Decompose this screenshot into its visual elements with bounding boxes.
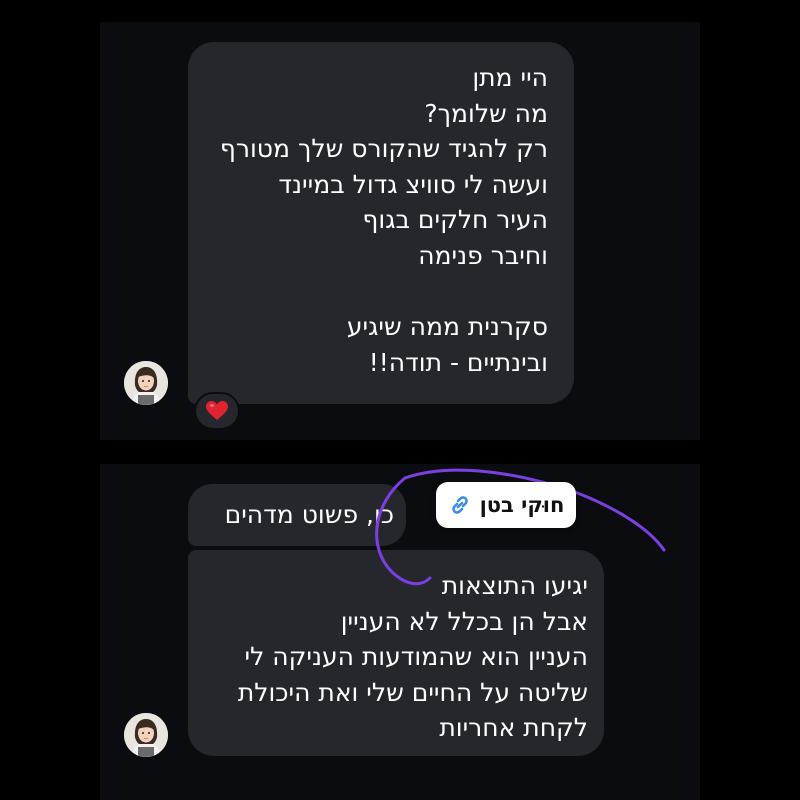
message-line: כן, פשוט מדהים xyxy=(224,500,394,529)
message-bubble[interactable]: היי מתן מה שלומך? רק להגיד שהקורס שלך מט… xyxy=(188,42,574,404)
message-line: לקחת אחריות xyxy=(439,713,588,743)
message-line: סקרנית ממה שיגיע xyxy=(346,312,548,342)
message-line: ובינתיים - תודה!! xyxy=(368,347,548,377)
message-line: ועשה לי סוויצ גדול במיינד xyxy=(278,169,548,199)
message-bubble[interactable]: יגיעו התוצאות אבל הן בכלל לא העניין העני… xyxy=(188,550,604,756)
avatar[interactable] xyxy=(124,713,168,757)
message-line: היי מתן xyxy=(472,63,548,92)
message-bubble[interactable]: כן, פשוט מדהים xyxy=(188,484,406,546)
message-line: מה שלומך? xyxy=(424,98,548,128)
woman-avatar-icon xyxy=(124,713,168,757)
woman-avatar-icon xyxy=(124,361,168,405)
message-line: אבל הן בכלל לא העניין xyxy=(340,606,588,636)
avatar[interactable] xyxy=(124,361,168,405)
message-line: שליטה על החיים שלי ואת היכולת xyxy=(237,677,588,707)
link-icon xyxy=(451,496,468,514)
tag-chip[interactable]: חוּקי בטן xyxy=(436,482,576,528)
message-line: וחיבר פנימה xyxy=(418,240,548,270)
message-line: העיר חלקים בגוף xyxy=(362,205,548,235)
heart-reaction[interactable] xyxy=(194,392,240,430)
message-line: העניין הוא שהמודעות העניקה לי xyxy=(244,642,588,672)
heart-icon xyxy=(206,401,228,420)
message-line: רק להגיד שהקורס שלך מטורף xyxy=(219,134,548,164)
message-line: יגיעו התוצאות xyxy=(441,571,588,600)
tag-label: חוּקי בטן xyxy=(479,493,565,517)
